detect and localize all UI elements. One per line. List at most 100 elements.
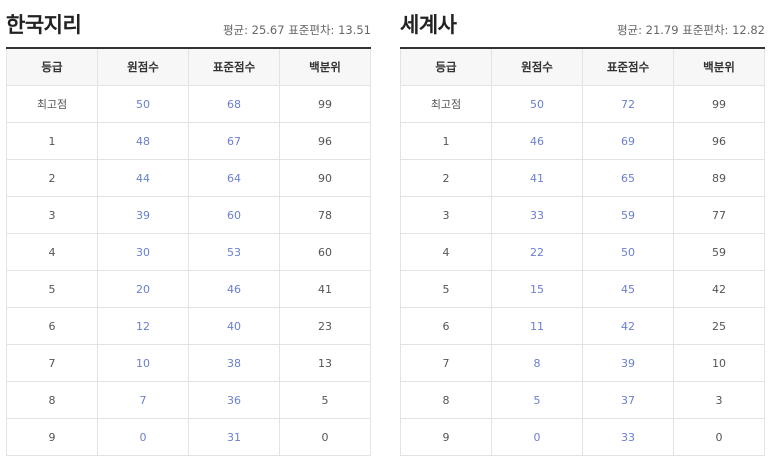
table-row: 7 10 38 13 bbox=[6, 344, 371, 382]
header-percentile: 백분위 bbox=[279, 48, 371, 86]
cell-standard-score: 40 bbox=[188, 307, 280, 345]
cell-standard-score: 37 bbox=[582, 381, 674, 419]
panel-header: 한국지리 평균: 25.67 표준편차: 13.51 bbox=[6, 0, 371, 47]
cell-grade: 7 bbox=[400, 344, 492, 382]
cell-raw-score: 39 bbox=[97, 196, 189, 234]
cell-raw-score: 5 bbox=[491, 381, 583, 419]
cell-grade: 6 bbox=[6, 307, 98, 345]
cell-percentile: 60 bbox=[279, 233, 371, 271]
subject-title: 세계사 bbox=[400, 13, 457, 37]
cell-grade: 8 bbox=[400, 381, 492, 419]
cell-raw-score: 20 bbox=[97, 270, 189, 308]
cell-standard-score: 59 bbox=[582, 196, 674, 234]
table-row: 최고점 50 68 99 bbox=[6, 85, 371, 123]
cell-standard-score: 39 bbox=[582, 344, 674, 382]
cell-percentile: 41 bbox=[279, 270, 371, 308]
cell-raw-score: 46 bbox=[491, 122, 583, 160]
cell-percentile: 23 bbox=[279, 307, 371, 345]
header-standard-score: 표준점수 bbox=[188, 48, 280, 86]
cell-percentile: 90 bbox=[279, 159, 371, 197]
cell-percentile: 0 bbox=[673, 418, 765, 456]
cell-grade: 6 bbox=[400, 307, 492, 345]
subject-title: 한국지리 bbox=[6, 13, 82, 37]
cell-percentile: 13 bbox=[279, 344, 371, 382]
cell-grade: 8 bbox=[6, 381, 98, 419]
cell-raw-score: 7 bbox=[97, 381, 189, 419]
cell-percentile: 96 bbox=[279, 122, 371, 160]
cell-grade: 9 bbox=[6, 418, 98, 456]
table-row: 3 33 59 77 bbox=[400, 196, 765, 234]
cell-percentile: 42 bbox=[673, 270, 765, 308]
cell-standard-score: 42 bbox=[582, 307, 674, 345]
cell-percentile: 0 bbox=[279, 418, 371, 456]
cell-standard-score: 36 bbox=[188, 381, 280, 419]
grade-table: 등급 원점수 표준점수 백분위 최고점 50 68 99 1 48 67 96 2 44 64 90 3… bbox=[6, 47, 371, 456]
cell-standard-score: 64 bbox=[188, 159, 280, 197]
cell-standard-score: 60 bbox=[188, 196, 280, 234]
cell-percentile: 96 bbox=[673, 122, 765, 160]
table-row: 8 7 36 5 bbox=[6, 381, 371, 419]
cell-raw-score: 12 bbox=[97, 307, 189, 345]
cell-standard-score: 67 bbox=[188, 122, 280, 160]
cell-raw-score: 0 bbox=[491, 418, 583, 456]
cell-grade: 7 bbox=[6, 344, 98, 382]
cell-percentile: 78 bbox=[279, 196, 371, 234]
header-grade: 등급 bbox=[400, 48, 492, 86]
table-row: 1 48 67 96 bbox=[6, 122, 371, 160]
cell-grade: 최고점 bbox=[400, 85, 492, 123]
cell-grade: 3 bbox=[400, 196, 492, 234]
cell-standard-score: 50 bbox=[582, 233, 674, 271]
table-row: 3 39 60 78 bbox=[6, 196, 371, 234]
cell-percentile: 99 bbox=[673, 85, 765, 123]
cell-grade: 9 bbox=[400, 418, 492, 456]
table-header-row: 등급 원점수 표준점수 백분위 bbox=[400, 48, 765, 86]
panel-header: 세계사 평균: 21.79 표준편차: 12.82 bbox=[400, 0, 765, 47]
cell-standard-score: 53 bbox=[188, 233, 280, 271]
header-raw-score: 원점수 bbox=[97, 48, 189, 86]
cell-standard-score: 68 bbox=[188, 85, 280, 123]
cell-standard-score: 38 bbox=[188, 344, 280, 382]
cell-percentile: 99 bbox=[279, 85, 371, 123]
cell-percentile: 89 bbox=[673, 159, 765, 197]
cell-raw-score: 22 bbox=[491, 233, 583, 271]
cell-percentile: 25 bbox=[673, 307, 765, 345]
table-row: 6 11 42 25 bbox=[400, 307, 765, 345]
table-row: 6 12 40 23 bbox=[6, 307, 371, 345]
cell-percentile: 59 bbox=[673, 233, 765, 271]
cell-grade: 5 bbox=[400, 270, 492, 308]
cell-standard-score: 45 bbox=[582, 270, 674, 308]
panel-world-history: 세계사 평균: 21.79 표준편차: 12.82 등급 원점수 표준점수 백분… bbox=[400, 0, 765, 456]
subject-stats: 평균: 21.79 표준편차: 12.82 bbox=[616, 23, 765, 37]
cell-raw-score: 15 bbox=[491, 270, 583, 308]
cell-raw-score: 41 bbox=[491, 159, 583, 197]
cell-standard-score: 65 bbox=[582, 159, 674, 197]
cell-grade: 4 bbox=[6, 233, 98, 271]
table-row: 1 46 69 96 bbox=[400, 122, 765, 160]
table-row: 4 30 53 60 bbox=[6, 233, 371, 271]
cell-percentile: 10 bbox=[673, 344, 765, 382]
cell-grade: 2 bbox=[400, 159, 492, 197]
table-row: 9 0 31 0 bbox=[6, 418, 371, 456]
cell-grade: 1 bbox=[6, 122, 98, 160]
header-grade: 등급 bbox=[6, 48, 98, 86]
cell-raw-score: 8 bbox=[491, 344, 583, 382]
panel-korean-geography: 한국지리 평균: 25.67 표준편차: 13.51 등급 원점수 표준점수 백… bbox=[6, 0, 371, 456]
cell-grade: 5 bbox=[6, 270, 98, 308]
header-percentile: 백분위 bbox=[673, 48, 765, 86]
table-row: 최고점 50 72 99 bbox=[400, 85, 765, 123]
cell-percentile: 77 bbox=[673, 196, 765, 234]
table-row: 5 15 45 42 bbox=[400, 270, 765, 308]
table-header-row: 등급 원점수 표준점수 백분위 bbox=[6, 48, 371, 86]
table-row: 5 20 46 41 bbox=[6, 270, 371, 308]
cell-raw-score: 30 bbox=[97, 233, 189, 271]
cell-grade: 1 bbox=[400, 122, 492, 160]
table-row: 2 44 64 90 bbox=[6, 159, 371, 197]
table-row: 2 41 65 89 bbox=[400, 159, 765, 197]
grade-cut-page: 한국지리 평균: 25.67 표준편차: 13.51 등급 원점수 표준점수 백… bbox=[0, 0, 773, 466]
grade-table: 등급 원점수 표준점수 백분위 최고점 50 72 99 1 46 69 96 2 41 65 89 3… bbox=[400, 47, 765, 456]
cell-raw-score: 50 bbox=[97, 85, 189, 123]
cell-standard-score: 33 bbox=[582, 418, 674, 456]
cell-raw-score: 33 bbox=[491, 196, 583, 234]
cell-standard-score: 72 bbox=[582, 85, 674, 123]
table-row: 4 22 50 59 bbox=[400, 233, 765, 271]
